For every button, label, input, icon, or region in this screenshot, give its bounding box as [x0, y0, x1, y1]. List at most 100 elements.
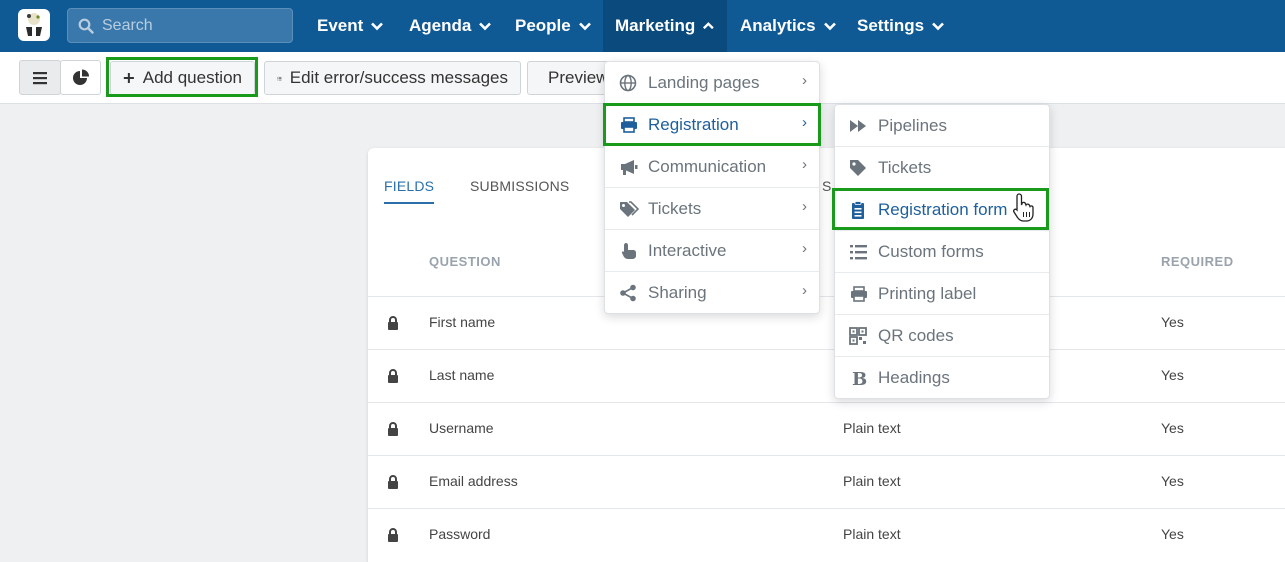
chevron-right-icon: › — [802, 156, 807, 173]
pie-chart-icon — [72, 69, 89, 85]
menu-item-communication[interactable]: Communication › — [605, 146, 819, 188]
column-header-question: QUESTION — [429, 254, 501, 269]
nav-analytics-label: Analytics — [740, 16, 816, 35]
pointer-hand-icon — [621, 243, 636, 259]
registration-submenu: Pipelines Tickets Registration form Cust… — [834, 104, 1050, 399]
edit-messages-label: Edit error/success messages — [289, 68, 508, 87]
submenu-item-label: Printing label — [878, 284, 977, 303]
menu-item-label: Landing pages — [648, 73, 760, 92]
bold-icon: B — [852, 369, 867, 387]
submenu-item-label: Registration form — [878, 200, 1008, 219]
nav-analytics[interactable]: Analytics — [728, 0, 849, 52]
row-question: Username — [429, 420, 494, 436]
row-question: First name — [429, 314, 496, 330]
list-icon — [850, 245, 867, 260]
tab-fields[interactable]: FIELDS — [384, 178, 435, 204]
nav-marketing[interactable]: Marketing — [603, 0, 727, 52]
hamburger-icon — [33, 71, 47, 84]
search-icon — [78, 18, 94, 34]
list-view-button[interactable] — [19, 60, 61, 95]
lock-icon — [388, 528, 398, 542]
menu-item-registration[interactable]: Registration › — [605, 104, 819, 146]
checklist-icon — [277, 76, 282, 80]
top-navigation-bar: Event Agenda People Marketing Analytics … — [0, 0, 1285, 52]
row-required: Yes — [1161, 473, 1184, 489]
chevron-right-icon: › — [802, 198, 807, 215]
row-required: Yes — [1161, 367, 1184, 383]
menu-item-label: Communication — [648, 157, 767, 176]
form-card: FIELDS SUBMISSIONS S QUESTION REQUIRED F… — [368, 148, 1285, 562]
row-required: Yes — [1161, 314, 1184, 330]
megaphone-icon — [621, 160, 638, 175]
submenu-item-printing-label[interactable]: Printing label — [835, 273, 1049, 315]
marketing-dropdown: Landing pages › Registration › Communica… — [604, 61, 820, 314]
fast-forward-icon — [850, 120, 866, 132]
lock-icon — [388, 422, 398, 436]
lock-icon — [388, 316, 398, 330]
share-icon — [620, 284, 636, 302]
chevron-down-icon — [932, 22, 944, 31]
nav-marketing-label: Marketing — [615, 16, 696, 35]
row-question: Password — [429, 526, 491, 542]
submenu-item-label: Custom forms — [878, 242, 984, 261]
chevron-up-icon — [703, 22, 715, 30]
submenu-item-label: Tickets — [878, 158, 932, 177]
tags-icon — [620, 201, 639, 217]
submenu-item-label: QR codes — [878, 326, 954, 345]
globe-icon — [619, 74, 637, 92]
qrcode-icon — [849, 327, 867, 345]
table-row[interactable]: Email address Plain text Yes — [368, 455, 1285, 508]
lock-icon — [388, 475, 398, 489]
submenu-item-tickets[interactable]: Tickets — [835, 147, 1049, 189]
chevron-down-icon — [479, 22, 492, 31]
chevron-down-icon — [371, 22, 384, 31]
preview-label: Preview — [548, 68, 609, 87]
printer-icon — [621, 117, 637, 133]
tab-submissions[interactable]: SUBMISSIONS — [470, 178, 569, 194]
menu-item-interactive[interactable]: Interactive › — [605, 230, 819, 272]
search-input[interactable] — [102, 9, 287, 42]
tag-icon — [850, 160, 866, 176]
edit-messages-button[interactable]: Edit error/success messages — [264, 61, 521, 95]
nav-agenda-label: Agenda — [409, 16, 472, 35]
menu-item-landing-pages[interactable]: Landing pages › — [605, 62, 819, 104]
hand-cursor-icon — [1013, 193, 1034, 222]
table-row[interactable]: First name Yes — [368, 296, 1285, 349]
nav-settings-label: Settings — [857, 16, 925, 35]
clipboard-icon — [852, 201, 864, 219]
submenu-item-qr-codes[interactable]: QR codes — [835, 315, 1049, 357]
row-required: Yes — [1161, 420, 1184, 436]
nav-event-label: Event — [317, 16, 364, 35]
add-question-label: Add question — [142, 68, 242, 87]
table-row[interactable]: Password Plain text Yes — [368, 508, 1285, 561]
menu-item-tickets[interactable]: Tickets › — [605, 188, 819, 230]
add-question-button[interactable]: Add question — [110, 61, 255, 95]
row-type: Plain text — [843, 473, 901, 489]
chevron-right-icon: › — [802, 282, 807, 299]
app-logo[interactable] — [18, 9, 50, 41]
nav-agenda[interactable]: Agenda — [397, 0, 504, 52]
chevron-right-icon: › — [802, 72, 807, 89]
svg-text:B: B — [852, 369, 867, 387]
printer-icon — [851, 286, 867, 302]
submenu-item-custom-forms[interactable]: Custom forms — [835, 231, 1049, 273]
plus-icon — [123, 72, 134, 84]
submenu-item-headings[interactable]: B Headings — [835, 357, 1049, 399]
nav-settings[interactable]: Settings — [845, 0, 957, 52]
menu-item-label: Sharing — [648, 283, 707, 302]
chevron-right-icon: › — [802, 240, 807, 257]
submenu-item-pipelines[interactable]: Pipelines — [835, 105, 1049, 147]
row-required: Yes — [1161, 526, 1184, 542]
menu-item-sharing[interactable]: Sharing › — [605, 272, 819, 314]
nav-event[interactable]: Event — [305, 0, 396, 52]
table-row[interactable]: Username Plain text Yes — [368, 402, 1285, 455]
row-type: Plain text — [843, 526, 901, 542]
chart-view-button[interactable] — [60, 60, 101, 95]
row-question: Last name — [429, 367, 495, 383]
table-row[interactable]: Last name Yes — [368, 349, 1285, 402]
tab-partial[interactable]: S — [822, 178, 832, 194]
row-question: Email address — [429, 473, 518, 489]
row-type: Plain text — [843, 420, 901, 436]
search-box[interactable] — [67, 8, 293, 43]
nav-people[interactable]: People — [503, 0, 604, 52]
